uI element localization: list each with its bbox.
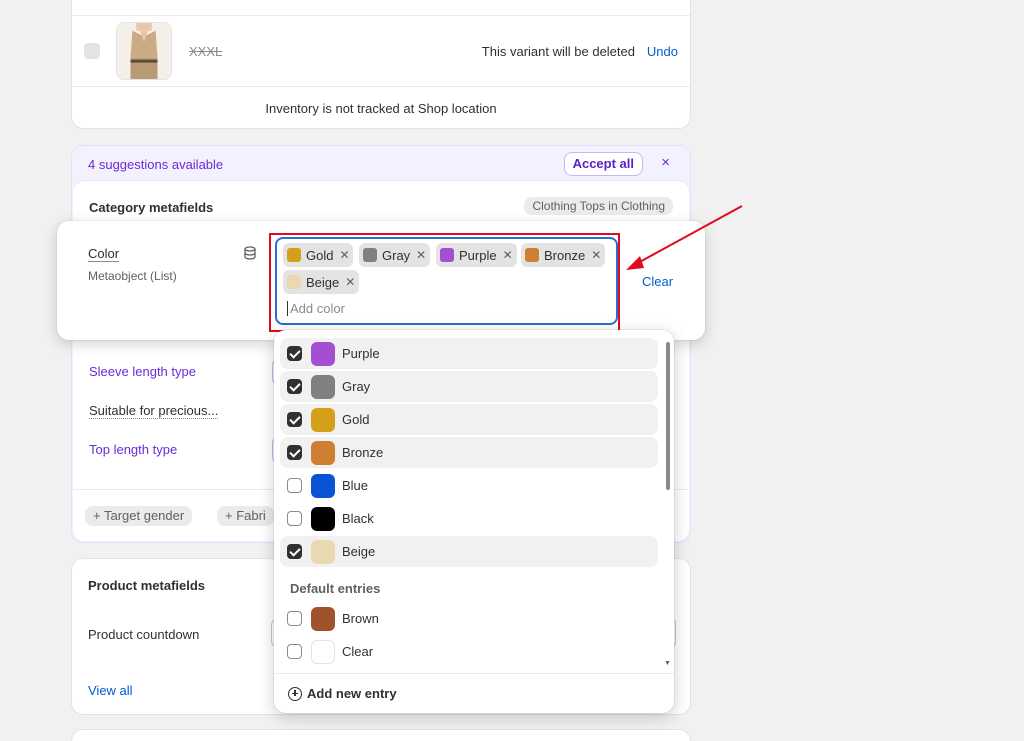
color-label: Color <box>88 246 120 262</box>
suitable-precious-label[interactable]: Suitable for precious... <box>89 403 219 419</box>
option-brown[interactable]: Brown <box>280 603 658 634</box>
option-gray[interactable]: Gray <box>280 371 658 402</box>
category-title: Category metafields <box>89 200 214 215</box>
color-metafield-row: Color Metaobject (List) Clear Gold ✕ Gra… <box>57 221 705 340</box>
clothing-image-icon <box>117 23 171 79</box>
option-label: Bronze <box>342 445 384 460</box>
variant-row: XXXL This variant will be deleted Undo <box>72 15 690 86</box>
gold-swatch <box>311 408 335 432</box>
option-gold[interactable]: Gold <box>280 404 658 435</box>
variants-card: XXXL This variant will be deleted Undo I… <box>71 0 691 129</box>
plus-circle-icon <box>288 686 302 701</box>
color-options-dropdown: Purple Gray Gold Bronze Blue Black Beige… <box>274 330 674 713</box>
option-clear[interactable]: Clear <box>280 636 658 667</box>
option-purple[interactable]: Purple <box>280 338 658 369</box>
default-entries-heading: Default entries <box>290 581 381 596</box>
add-new-entry-label: Add new entry <box>307 686 397 701</box>
suggestions-count: 4 suggestions available <box>88 157 224 172</box>
option-checkbox[interactable] <box>287 644 302 659</box>
blue-swatch <box>311 474 335 498</box>
black-swatch <box>311 507 335 531</box>
option-label: Purple <box>342 346 380 361</box>
option-checkbox[interactable] <box>287 544 302 559</box>
option-label: Blue <box>342 478 369 493</box>
variant-thumbnail <box>116 22 172 80</box>
option-label: Black <box>342 511 374 526</box>
option-checkbox[interactable] <box>287 478 302 493</box>
option-blue[interactable]: Blue <box>280 470 658 501</box>
option-beige[interactable]: Beige <box>280 536 658 567</box>
option-label: Gray <box>342 379 371 394</box>
purple-swatch <box>311 342 335 366</box>
variant-checkbox <box>84 43 100 59</box>
undo-link[interactable]: Undo <box>647 44 678 59</box>
product-countdown-label: Product countdown <box>88 627 200 642</box>
option-label: Brown <box>342 611 379 626</box>
clear-swatch <box>311 640 335 664</box>
brown-swatch <box>311 607 335 631</box>
scroll-down-icon[interactable]: ▼ <box>664 660 671 667</box>
highlight-annotation <box>269 233 620 332</box>
view-all-link[interactable]: View all <box>88 683 133 698</box>
deleted-note: This variant will be deleted <box>481 44 635 59</box>
option-checkbox[interactable] <box>287 511 302 526</box>
target-gender-chip[interactable]: + Target gender <box>85 506 193 526</box>
dropdown-footer: Add new entry <box>274 673 674 713</box>
database-icon <box>244 246 256 260</box>
arrow-annotation-icon <box>626 205 743 270</box>
inventory-note: Inventory is not tracked at Shop locatio… <box>72 86 690 130</box>
option-label: Gold <box>342 412 370 427</box>
gray-swatch <box>311 375 335 399</box>
option-checkbox[interactable] <box>287 611 302 626</box>
top-length-label[interactable]: Top length type <box>89 442 177 457</box>
fabric-chip[interactable]: + Fabri <box>217 506 274 526</box>
accept-all-button[interactable]: Accept all <box>563 152 643 176</box>
option-label: Clear <box>342 644 374 659</box>
beige-swatch <box>311 540 335 564</box>
color-type-label: Metaobject (List) <box>88 269 177 283</box>
option-black[interactable]: Black <box>280 503 658 534</box>
product-metafields-title: Product metafields <box>88 578 206 593</box>
option-label: Beige <box>342 544 376 559</box>
option-bronze[interactable]: Bronze <box>280 437 658 468</box>
option-checkbox[interactable] <box>287 346 302 361</box>
variant-name: XXXL <box>189 44 223 59</box>
next-card <box>71 729 691 741</box>
sleeve-length-label[interactable]: Sleeve length type <box>89 364 196 379</box>
close-icon[interactable]: × <box>661 154 670 171</box>
option-checkbox[interactable] <box>287 445 302 460</box>
bronze-swatch <box>311 441 335 465</box>
add-new-entry-button[interactable]: Add new entry <box>288 686 397 701</box>
option-checkbox[interactable] <box>287 412 302 427</box>
option-checkbox[interactable] <box>287 379 302 394</box>
dropdown-scrollbar[interactable] <box>666 342 670 490</box>
